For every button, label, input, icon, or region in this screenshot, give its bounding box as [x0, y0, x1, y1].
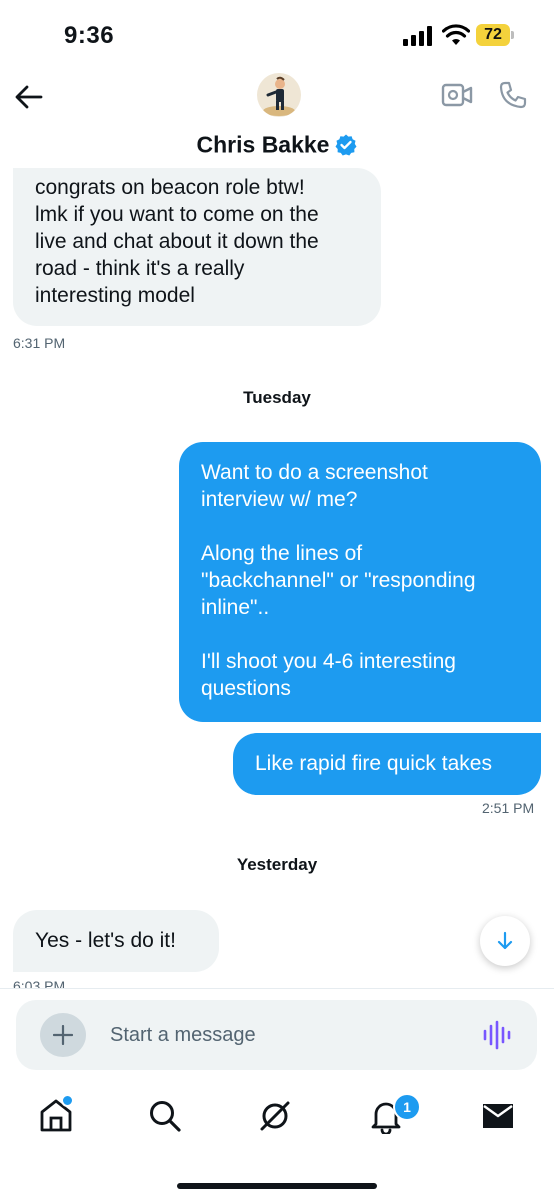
message-text-line: questions — [201, 677, 291, 700]
message-timestamp: 6:03 PM — [13, 978, 66, 988]
envelope-icon — [483, 1104, 513, 1128]
message-input[interactable] — [110, 1012, 450, 1058]
video-call-icon[interactable] — [441, 82, 473, 113]
wifi-icon — [441, 24, 471, 51]
verified-badge-icon — [335, 134, 357, 156]
phone-call-icon[interactable] — [498, 80, 528, 115]
status-time: 9:36 — [64, 22, 115, 49]
back-arrow-icon[interactable] — [14, 82, 44, 112]
message-text-line: road - think it's a really — [35, 257, 245, 280]
message-timestamp: 6:31 PM — [13, 335, 66, 351]
message-text-line: lmk if you want to come on the — [35, 203, 319, 226]
search-icon — [150, 1101, 181, 1132]
voice-message-button[interactable] — [482, 1019, 512, 1056]
cellular-signal-icon — [403, 26, 433, 51]
battery-level: 72 — [476, 24, 510, 46]
divider — [0, 988, 554, 989]
message-bubble-outgoing[interactable]: Like rapid fire quick takes — [233, 733, 541, 795]
scroll-to-bottom-button[interactable] — [480, 916, 530, 966]
home-indicator — [177, 1183, 377, 1189]
tab-messages[interactable] — [476, 1094, 520, 1138]
message-timestamp: 2:51 PM — [482, 800, 535, 816]
day-separator: Yesterday — [236, 855, 318, 874]
message-bubble-outgoing[interactable]: Want to do a screenshot interview w/ me?… — [179, 442, 541, 722]
message-text-line: "backchannel" or "responding — [201, 569, 476, 592]
home-unread-dot — [61, 1094, 74, 1107]
notification-count-badge: 1 — [393, 1093, 421, 1121]
avatar[interactable] — [257, 73, 301, 117]
message-bubble-incoming[interactable]: congrats on beacon role btw! lmk if you … — [13, 168, 381, 326]
tab-grok[interactable] — [253, 1094, 297, 1138]
message-text-line: inline".. — [201, 596, 270, 619]
message-text-line: interesting model — [35, 284, 195, 307]
message-text-line: Want to do a screenshot — [201, 461, 428, 484]
battery-icon: 72 — [476, 24, 514, 46]
plus-icon — [53, 1025, 73, 1045]
add-media-button[interactable] — [40, 1013, 86, 1057]
message-text-line: congrats on beacon role btw! — [35, 176, 305, 199]
message-text-line: I'll shoot you 4-6 interesting — [201, 650, 456, 673]
tab-search[interactable] — [143, 1094, 187, 1138]
message-composer — [16, 1000, 537, 1070]
message-text-line: live and chat about it down the — [35, 230, 319, 253]
day-separator: Tuesday — [243, 388, 311, 407]
grok-icon — [260, 1101, 290, 1131]
message-text-line: interview w/ me? — [201, 488, 358, 511]
message-text-line: Along the lines of — [201, 542, 363, 565]
contact-name[interactable]: Chris Bakke — [0, 130, 554, 158]
waveform-icon — [483, 1020, 511, 1050]
contact-name-text: Chris Bakke — [196, 131, 330, 158]
arrow-down-icon — [497, 931, 513, 950]
message-bubble-incoming[interactable]: Yes - let's do it! — [13, 910, 219, 972]
